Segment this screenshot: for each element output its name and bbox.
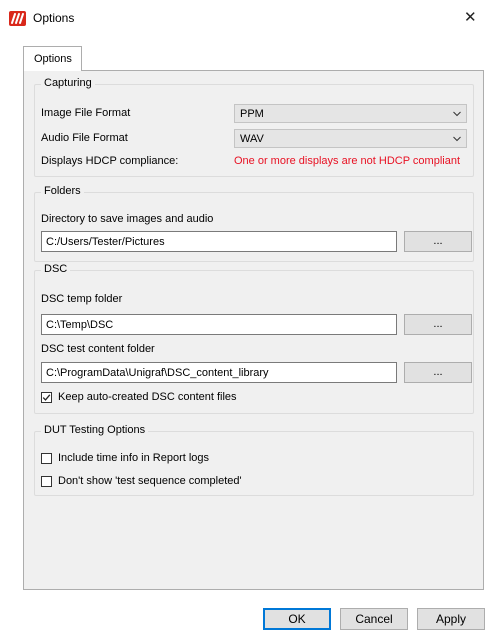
image-format-value: PPM	[240, 108, 264, 120]
include-time-info-checkbox[interactable]: Include time info in Report logs	[41, 452, 209, 464]
dont-show-completed-label: Don't show 'test sequence completed'	[58, 475, 242, 487]
dsc-temp-input[interactable]	[41, 314, 397, 335]
unigraf-logo-icon	[9, 11, 26, 26]
save-directory-input[interactable]	[41, 231, 397, 252]
browse-dsc-temp-button[interactable]: ...	[404, 314, 472, 335]
folders-legend: Folders	[41, 185, 84, 197]
dont-show-completed-checkbox[interactable]: Don't show 'test sequence completed'	[41, 475, 242, 487]
chevron-down-icon	[453, 111, 461, 117]
checkbox-box[interactable]	[41, 475, 52, 487]
image-format-label: Image File Format	[41, 107, 131, 119]
keep-dsc-files-checkbox[interactable]: Keep auto-created DSC content files	[41, 391, 237, 403]
audio-format-value: WAV	[240, 133, 264, 145]
hdcp-status: One or more displays are not HDCP compli…	[234, 155, 461, 167]
apply-button[interactable]: Apply	[417, 608, 485, 630]
checkbox-box[interactable]	[41, 452, 52, 464]
dut-testing-group: DUT Testing Options Include time info in…	[34, 424, 474, 496]
close-button[interactable]: ✕	[464, 6, 486, 30]
checkbox-box[interactable]	[41, 391, 52, 403]
folders-group: Folders Directory to save images and aud…	[34, 185, 474, 262]
window-title: Options	[33, 11, 75, 25]
include-time-info-label: Include time info in Report logs	[58, 452, 210, 464]
chevron-down-icon	[453, 136, 461, 142]
capturing-group: Capturing Image File Format PPM Audio Fi…	[34, 77, 474, 177]
browse-dsc-content-button[interactable]: ...	[404, 362, 472, 383]
image-format-select[interactable]: PPM	[234, 104, 467, 123]
dsc-temp-label: DSC temp folder	[41, 293, 123, 305]
title-bar: Options ✕	[0, 0, 486, 38]
audio-format-label: Audio File Format	[41, 132, 128, 144]
options-panel: Capturing Image File Format PPM Audio Fi…	[23, 70, 484, 590]
dut-testing-legend: DUT Testing Options	[41, 424, 149, 436]
dsc-legend: DSC	[41, 263, 71, 275]
tab-options-label: Options	[34, 53, 72, 65]
ok-button[interactable]: OK	[263, 608, 331, 630]
checkmark-icon	[42, 393, 51, 401]
dsc-group: DSC DSC temp folder ... DSC test content…	[34, 263, 474, 414]
browse-save-directory-button[interactable]: ...	[404, 231, 472, 252]
audio-format-select[interactable]: WAV	[234, 129, 467, 148]
save-directory-label: Directory to save images and audio	[41, 213, 214, 225]
tab-options[interactable]: Options	[23, 46, 82, 71]
keep-dsc-files-label: Keep auto-created DSC content files	[58, 391, 237, 403]
capturing-legend: Capturing	[41, 77, 95, 89]
dsc-content-label: DSC test content folder	[41, 343, 155, 355]
hdcp-label: Displays HDCP compliance:	[41, 155, 179, 167]
dsc-content-input[interactable]	[41, 362, 397, 383]
cancel-button[interactable]: Cancel	[340, 608, 408, 630]
